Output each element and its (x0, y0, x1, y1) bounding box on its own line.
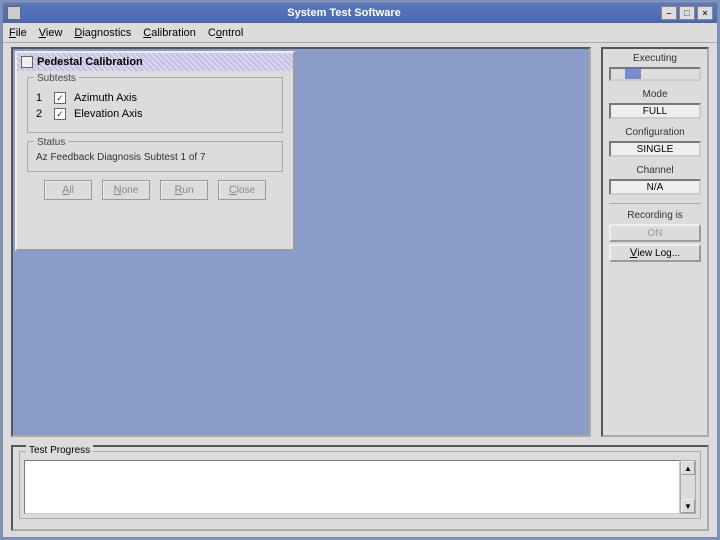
dialog-icon (21, 56, 33, 68)
subtest-1-label: Azimuth Axis (74, 92, 137, 104)
dialog-button-row: All None Run Close (27, 180, 283, 200)
mode-value: FULL (609, 103, 701, 119)
executing-progress (609, 67, 701, 81)
subtest-2-label: Elevation Axis (74, 108, 142, 120)
mode-group: Mode FULL (609, 89, 701, 119)
close-window-button[interactable]: × (697, 6, 713, 20)
test-progress-textarea[interactable] (24, 460, 680, 514)
main-window: System Test Software – □ × File View Dia… (2, 2, 718, 538)
main-panel: Pedestal Calibration Subtests 1 ✓ Azimut… (11, 47, 591, 437)
subtest-2-number: 2 (36, 108, 46, 120)
menu-control[interactable]: Control (208, 27, 243, 39)
subtest-row-2: 2 ✓ Elevation Axis (36, 108, 274, 120)
channel-value: N/A (609, 179, 701, 195)
mode-label: Mode (609, 89, 701, 100)
menu-view[interactable]: View (39, 27, 63, 39)
channel-label: Channel (609, 165, 701, 176)
calibration-dialog: Pedestal Calibration Subtests 1 ✓ Azimut… (15, 51, 295, 251)
window-buttons: – □ × (661, 6, 713, 20)
scroll-down-icon[interactable]: ▼ (681, 499, 695, 513)
subtest-2-checkbox[interactable]: ✓ (54, 108, 66, 120)
sidebar: Executing Mode FULL Configuration SINGLE… (601, 47, 709, 437)
recording-group: Recording is ON View Log... (609, 210, 701, 262)
minimize-button[interactable]: – (661, 6, 677, 20)
progress-fill (625, 69, 641, 79)
subtests-legend: Subtests (34, 73, 79, 84)
dialog-titlebar: Pedestal Calibration (17, 53, 293, 71)
titlebar: System Test Software – □ × (3, 3, 717, 23)
subtest-1-checkbox[interactable]: ✓ (54, 92, 66, 104)
executing-label: Executing (609, 53, 701, 64)
status-text: Az Feedback Diagnosis Subtest 1 of 7 (36, 152, 274, 163)
maximize-button[interactable]: □ (679, 6, 695, 20)
view-log-button[interactable]: View Log... (609, 244, 701, 262)
menu-diagnostics[interactable]: Diagnostics (74, 27, 131, 39)
subtests-fieldset: Subtests 1 ✓ Azimuth Axis 2 ✓ Elevation … (27, 77, 283, 133)
window-title: System Test Software (27, 7, 661, 19)
all-button[interactable]: All (44, 180, 92, 200)
channel-group: Channel N/A (609, 165, 701, 195)
dialog-body: Subtests 1 ✓ Azimuth Axis 2 ✓ Elevation … (17, 71, 293, 206)
menu-calibration[interactable]: Calibration (143, 27, 196, 39)
status-fieldset: Status Az Feedback Diagnosis Subtest 1 o… (27, 141, 283, 172)
subtest-row-1: 1 ✓ Azimuth Axis (36, 92, 274, 104)
test-progress-panel: Test Progress ▲ ▼ (11, 445, 709, 531)
executing-group: Executing (609, 53, 701, 81)
scroll-up-icon[interactable]: ▲ (681, 461, 695, 475)
subtest-1-number: 1 (36, 92, 46, 104)
dialog-title: Pedestal Calibration (37, 56, 143, 68)
config-group: Configuration SINGLE (609, 127, 701, 157)
recording-label: Recording is (609, 210, 701, 221)
status-legend: Status (34, 137, 68, 148)
close-button[interactable]: Close (218, 180, 266, 200)
test-progress-fieldset: Test Progress ▲ ▼ (19, 451, 701, 519)
config-label: Configuration (609, 127, 701, 138)
content-area: Pedestal Calibration Subtests 1 ✓ Azimut… (3, 43, 717, 537)
app-icon (7, 6, 21, 20)
recording-value: ON (609, 224, 701, 242)
run-button[interactable]: Run (160, 180, 208, 200)
test-progress-legend: Test Progress (26, 445, 93, 456)
none-button[interactable]: None (102, 180, 150, 200)
test-progress-scrollbar[interactable]: ▲ ▼ (680, 460, 696, 514)
menu-file[interactable]: File (9, 27, 27, 39)
sidebar-divider (609, 203, 701, 204)
config-value: SINGLE (609, 141, 701, 157)
menubar: File View Diagnostics Calibration Contro… (3, 23, 717, 43)
